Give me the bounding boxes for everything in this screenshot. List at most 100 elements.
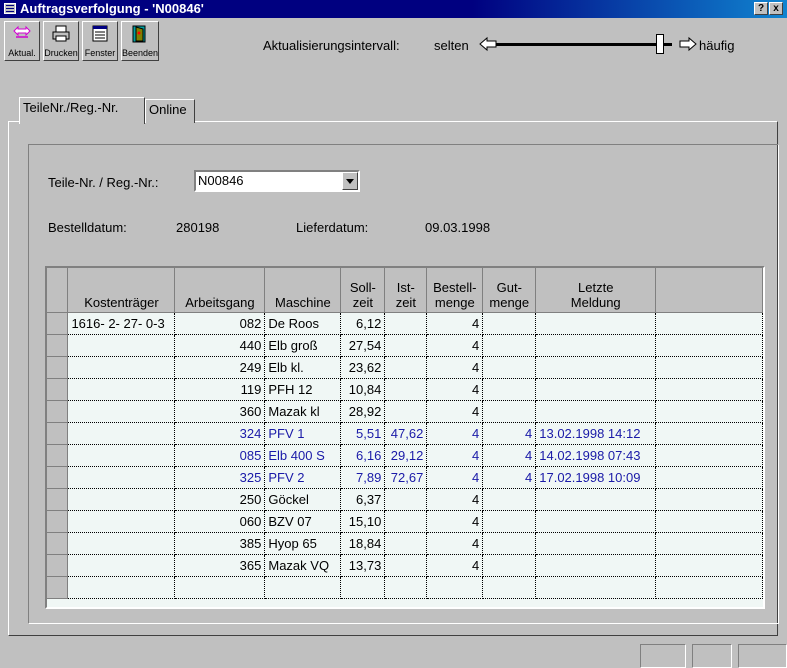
tab-online[interactable]: Online xyxy=(145,99,195,123)
table-row[interactable]: 249 Elb kl. 23,62 4 xyxy=(47,356,763,379)
header-actual-time[interactable]: Ist-zeit xyxy=(384,268,428,313)
header-good-qty[interactable]: Gut-menge xyxy=(482,268,537,313)
table-row[interactable]: 365 Mazak VQ 13,73 4 xyxy=(47,554,763,577)
machine-cell: BZV 07 xyxy=(264,510,342,533)
status-panel-1 xyxy=(640,644,686,668)
table-row[interactable]: 250 Göckel 6,37 4 xyxy=(47,488,763,511)
header-last-report[interactable]: Letzte Meldung xyxy=(535,268,657,313)
filler-cell xyxy=(655,488,763,511)
good-qty-cell xyxy=(482,554,537,577)
header-planned-time[interactable]: Soll-zeit xyxy=(340,268,386,313)
close-button[interactable]: x xyxy=(769,2,783,15)
header-order-qty[interactable]: Bestell-menge xyxy=(426,268,484,313)
planned-time-cell: 6,37 xyxy=(340,488,386,511)
order-tracking-grid[interactable]: Kostenträger Arbeitsgang Maschine Soll-z… xyxy=(45,266,765,609)
slider-right-arrow-icon[interactable] xyxy=(676,36,698,52)
header-machine[interactable]: Maschine xyxy=(264,268,342,313)
part-number-combobox[interactable]: N00846 xyxy=(194,170,360,192)
order-qty-cell: 4 xyxy=(426,400,484,423)
planned-time-cell: 27,54 xyxy=(340,334,386,357)
table-row[interactable]: 1616- 2- 27- 0-3 082 De Roos 6,12 4 xyxy=(47,312,763,335)
exit-button[interactable]: Beenden xyxy=(121,21,159,61)
row-selector[interactable] xyxy=(47,466,69,489)
slider-thumb[interactable] xyxy=(655,34,664,54)
operation-cell: 082 xyxy=(174,312,266,335)
machine-cell: Mazak VQ xyxy=(264,554,342,577)
order-qty-cell: 4 xyxy=(426,422,484,445)
tab-part-number[interactable]: TeileNr./Reg.-Nr. xyxy=(19,97,145,124)
refresh-button[interactable]: Aktual. xyxy=(4,21,40,61)
refresh-interval-slider[interactable] xyxy=(496,34,672,54)
order-qty-cell: 4 xyxy=(426,554,484,577)
last-report-cell xyxy=(535,378,657,401)
filler-cell xyxy=(655,510,763,533)
good-qty-cell: 4 xyxy=(482,466,537,489)
operation-cell: 440 xyxy=(174,334,266,357)
last-report-cell xyxy=(535,356,657,379)
actual-time-cell: 47,62 xyxy=(384,422,428,445)
last-report-cell xyxy=(535,334,657,357)
header-cost-center[interactable]: Kostenträger xyxy=(67,268,176,313)
operation-cell: 365 xyxy=(174,554,266,577)
table-row[interactable]: 440 Elb groß 27,54 4 xyxy=(47,334,763,357)
row-selector[interactable] xyxy=(47,334,69,357)
row-selector[interactable] xyxy=(47,510,69,533)
filler-cell xyxy=(655,444,763,467)
chevron-down-icon[interactable] xyxy=(342,172,358,190)
print-button[interactable]: Drucken xyxy=(43,21,79,61)
row-selector[interactable] xyxy=(47,378,69,401)
table-row[interactable]: 360 Mazak kl 28,92 4 xyxy=(47,400,763,423)
table-row[interactable]: 385 Hyop 65 18,84 4 xyxy=(47,532,763,555)
filler-cell xyxy=(655,466,763,489)
good-qty-cell xyxy=(482,532,537,555)
cost-center-cell xyxy=(67,378,176,401)
order-qty-cell: 4 xyxy=(426,466,484,489)
operation-cell: 324 xyxy=(174,422,266,445)
row-selector[interactable] xyxy=(47,554,69,577)
row-selector[interactable] xyxy=(47,576,69,599)
machine-cell: PFH 12 xyxy=(264,378,342,401)
row-selector[interactable] xyxy=(47,532,69,555)
window-title: Auftragsverfolgung - 'N00846' xyxy=(20,1,204,16)
table-row[interactable]: 119 PFH 12 10,84 4 xyxy=(47,378,763,401)
good-qty-cell xyxy=(482,510,537,533)
empty-cell xyxy=(174,576,266,599)
window-button[interactable]: Fenster xyxy=(82,21,118,61)
cost-center-cell xyxy=(67,488,176,511)
row-selector[interactable] xyxy=(47,422,69,445)
last-report-cell xyxy=(535,400,657,423)
cost-center-cell: 1616- 2- 27- 0-3 xyxy=(67,312,176,335)
cost-center-cell xyxy=(67,466,176,489)
filler-cell xyxy=(655,378,763,401)
cost-center-cell xyxy=(67,422,176,445)
status-panel-2 xyxy=(692,644,732,668)
row-selector[interactable] xyxy=(47,356,69,379)
machine-cell: Hyop 65 xyxy=(264,532,342,555)
last-report-cell xyxy=(535,312,657,335)
exit-label: Beenden xyxy=(122,48,159,58)
help-button[interactable]: ? xyxy=(754,2,768,15)
last-report-cell: 13.02.1998 14:12 xyxy=(535,422,657,445)
machine-cell: Göckel xyxy=(264,488,342,511)
row-selector[interactable] xyxy=(47,444,69,467)
planned-time-cell: 6,12 xyxy=(340,312,386,335)
machine-cell: Elb groß xyxy=(264,334,342,357)
row-selector[interactable] xyxy=(47,488,69,511)
header-operation[interactable]: Arbeitsgang xyxy=(174,268,266,313)
table-row[interactable]: 324 PFV 1 5,51 47,62 4 4 13.02.1998 14:12 xyxy=(47,422,763,445)
empty-cell xyxy=(535,576,657,599)
planned-time-cell: 28,92 xyxy=(340,400,386,423)
table-row[interactable]: 085 Elb 400 S 6,16 29,12 4 4 14.02.1998 07:43 xyxy=(47,444,763,467)
row-selector[interactable] xyxy=(47,400,69,423)
planned-time-cell: 13,73 xyxy=(340,554,386,577)
row-selector[interactable] xyxy=(47,312,69,335)
cost-center-cell xyxy=(67,554,176,577)
planned-time-cell: 15,10 xyxy=(340,510,386,533)
table-row[interactable]: 325 PFV 2 7,89 72,67 4 4 17.02.1998 10:09 xyxy=(47,466,763,489)
print-label: Drucken xyxy=(44,48,78,58)
empty-cell xyxy=(384,576,428,599)
table-row[interactable]: 060 BZV 07 15,10 4 xyxy=(47,510,763,533)
cost-center-cell xyxy=(67,400,176,423)
table-row-empty[interactable] xyxy=(47,576,763,599)
good-qty-cell xyxy=(482,312,537,335)
